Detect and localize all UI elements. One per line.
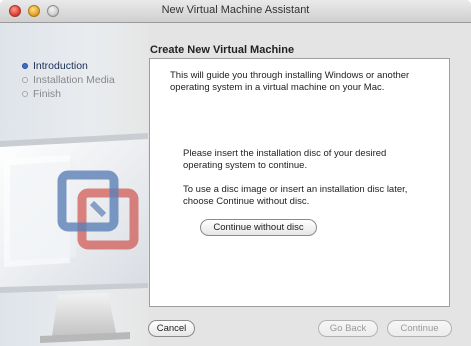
page-title: Create New Virtual Machine	[150, 44, 295, 56]
title-bar[interactable]: New Virtual Machine Assistant	[0, 0, 471, 23]
step-finish: Finish	[22, 88, 61, 100]
step-dot-icon	[22, 77, 28, 83]
step-label: Installation Media	[33, 74, 115, 86]
intro-text: This will guide you through installing W…	[170, 70, 410, 93]
vmware-fusion-monitor-logo-icon	[0, 133, 148, 343]
step-introduction: Introduction	[22, 60, 88, 72]
steps-sidebar: Introduction Installation Media Finish	[0, 23, 148, 346]
step-dot-icon	[22, 91, 28, 97]
continue-button[interactable]: Continue	[387, 320, 452, 337]
insert-disc-text: Please insert the installation disc of y…	[183, 148, 387, 171]
assistant-window: New Virtual Machine Assistant Introducti…	[0, 0, 471, 346]
step-label: Finish	[33, 88, 62, 100]
continue-without-disc-button[interactable]: Continue without disc	[200, 219, 317, 236]
window-title: New Virtual Machine Assistant	[161, 4, 310, 16]
step-label: Introduction	[33, 60, 88, 72]
step-active-dot-icon	[22, 63, 28, 69]
cancel-button[interactable]: Cancel	[148, 320, 195, 337]
disc-image-hint-text: To use a disc image or insert an install…	[183, 184, 408, 207]
content-panel	[149, 58, 450, 307]
step-installation-media: Installation Media	[22, 74, 115, 86]
go-back-button[interactable]: Go Back	[318, 320, 378, 337]
